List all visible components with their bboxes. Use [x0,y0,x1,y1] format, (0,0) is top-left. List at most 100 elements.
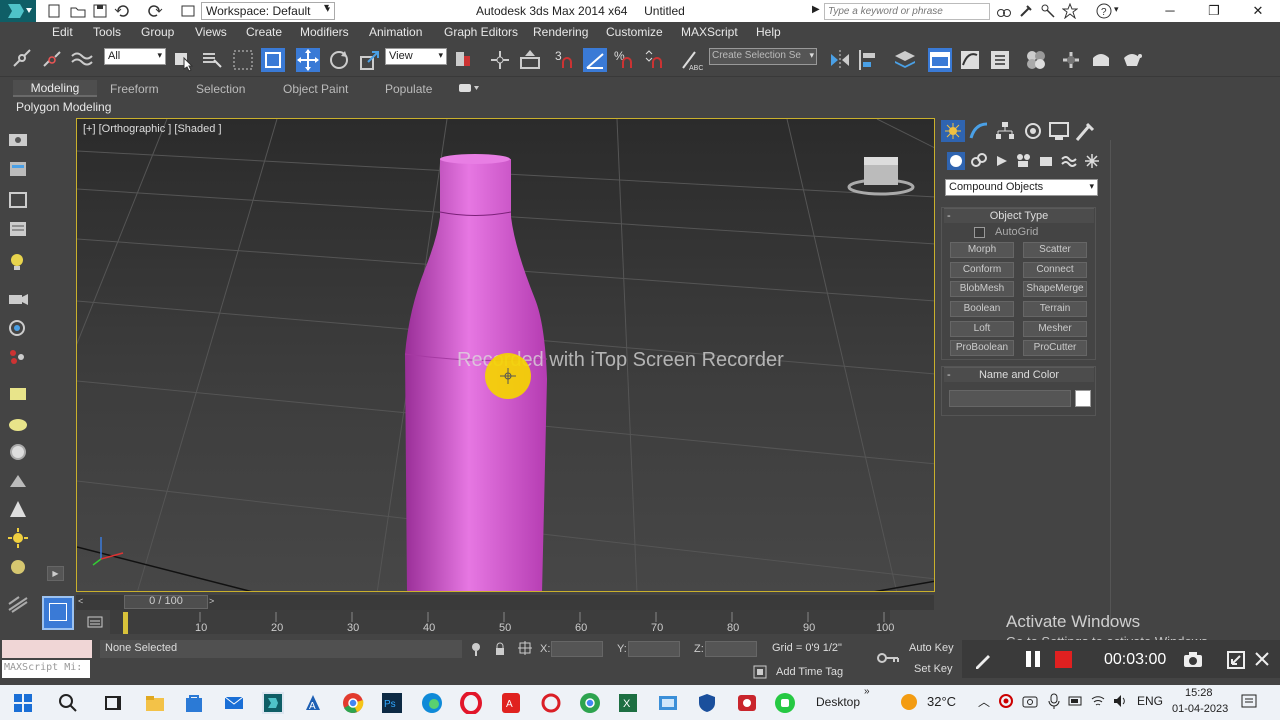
display-tab-icon[interactable] [1047,120,1071,142]
task-view-icon[interactable] [102,692,124,714]
connect-button[interactable]: Connect [1023,262,1087,278]
toggle-ribbon-icon[interactable] [928,48,952,72]
3ds-max-taskbar-icon[interactable] [262,692,284,714]
selection-filter-dropdown[interactable]: All ▾ [104,48,166,65]
acrobat-icon[interactable]: A [500,692,522,714]
autogrid-checkbox[interactable] [974,227,985,238]
expand-strip-button[interactable]: ▶ [47,566,64,581]
menu-customize[interactable]: Customize [606,25,663,39]
menu-animation[interactable]: Animation [369,25,422,39]
snaps-toggle-icon[interactable]: 3 [553,48,577,72]
z-coordinate-field[interactable] [705,641,757,657]
shapemerge-button[interactable]: ShapeMerge [1023,281,1087,297]
scene-explorer-icon[interactable] [7,130,29,150]
layer-explorer-icon[interactable] [7,159,29,179]
close-button[interactable]: ✕ [1238,0,1278,22]
open-mini-curve-editor-icon[interactable] [86,614,104,630]
isolate-selection-icon[interactable] [470,642,482,656]
app-logo-icon[interactable] [0,0,36,22]
menu-group[interactable]: Group [141,25,174,39]
name-and-color-rollout-header[interactable]: - Name and Color [944,367,1094,382]
mesher-button[interactable]: Mesher [1023,321,1087,337]
communication-center-icon[interactable] [1018,3,1034,19]
procutter-button[interactable]: ProCutter [1023,340,1087,356]
light-bulb-icon[interactable] [7,252,29,272]
object-color-swatch[interactable] [1075,390,1091,407]
camera-tray-icon[interactable] [1022,693,1038,709]
menu-graph-editors[interactable]: Graph Editors [444,25,518,39]
rendered-frame-window-icon[interactable] [1089,48,1113,72]
proboolean-button[interactable]: ProBoolean [950,340,1014,356]
sky-light-icon[interactable] [7,557,29,577]
tool-list-icon[interactable] [7,219,29,239]
lights-category-icon[interactable] [993,152,1011,170]
select-and-link-icon[interactable] [10,48,34,72]
object-name-field[interactable] [949,390,1071,407]
key-icon[interactable] [1040,3,1056,19]
render-production-icon[interactable] [1120,48,1144,72]
geometry-category-icon[interactable] [947,152,965,170]
windows-start-icon[interactable] [12,692,34,714]
control-panel-icon[interactable] [657,692,679,714]
cameras-category-icon[interactable] [1015,152,1033,170]
undo-icon[interactable] [114,3,130,19]
select-and-rotate-icon[interactable] [327,48,351,72]
named-selection-set-dropdown[interactable]: Create Selection Se ▾ [709,48,817,65]
helper-tape-icon[interactable] [7,318,29,338]
show-hidden-icons-icon[interactable]: ︿ [978,693,990,710]
particle-system-icon[interactable] [7,347,29,367]
clock-date[interactable]: 01-04-2023 [1172,703,1228,715]
recording-tray-icon[interactable] [998,693,1014,709]
loft-button[interactable]: Loft [950,321,1014,337]
notification-center-icon[interactable] [1240,693,1258,711]
opera-icon[interactable] [460,692,482,714]
helpers-category-icon[interactable] [1037,152,1055,170]
space-warps-category-icon[interactable] [1060,152,1078,170]
pause-recording-button[interactable] [1024,650,1042,668]
y-coordinate-field[interactable] [628,641,680,657]
add-time-tag-button[interactable]: Add Time Tag [776,666,843,678]
chrome-profile-icon[interactable] [579,692,601,714]
close-recorder-icon[interactable] [1253,650,1271,668]
annotation-pen-icon[interactable] [972,649,994,671]
select-and-scale-icon[interactable] [358,48,382,72]
save-icon[interactable] [92,3,108,19]
absolute-mode-transform-icon[interactable] [518,641,532,655]
volume-tray-icon[interactable] [1112,693,1128,709]
time-tag-icon[interactable] [752,664,768,680]
clock-time[interactable]: 15:28 [1185,687,1213,699]
file-explorer-icon[interactable] [144,692,166,714]
selection-lock-icon[interactable] [494,642,506,656]
desktop-toolbar-label[interactable]: Desktop [816,695,860,709]
itop-recorder-icon[interactable] [736,692,758,714]
creative-cloud-icon[interactable] [540,692,562,714]
menu-maxscript[interactable]: MAXScript [681,25,738,39]
object-category-dropdown[interactable]: Compound Objects ▾ [945,179,1098,196]
unlink-selection-icon[interactable] [40,48,64,72]
utilities-tab-icon[interactable] [1073,120,1097,142]
viewport-orthographic[interactable]: [+] [Orthographic ] [Shaded ] Recorded w… [76,118,935,592]
maximize-button[interactable]: ❐ [1194,0,1234,22]
set-key-icon[interactable] [876,650,900,666]
menu-tools[interactable]: Tools [93,25,121,39]
sun-light-icon[interactable] [7,528,29,548]
morph-button[interactable]: Morph [950,242,1014,258]
viewcube-icon[interactable] [847,151,919,199]
select-and-move-icon[interactable] [296,48,320,72]
workspace-dropdown[interactable]: Workspace: Default ▾ [201,2,335,20]
menu-create[interactable]: Create [246,25,282,39]
input-language-indicator[interactable]: ENG [1137,694,1163,708]
edit-named-selection-icon[interactable]: ABC [679,48,703,72]
ribbon-options-icon[interactable] [458,83,480,93]
current-frame-marker[interactable] [123,612,128,634]
weather-temperature[interactable]: 32°C [927,694,956,709]
motion-tab-icon[interactable] [1021,120,1045,142]
keyboard-shortcut-override-icon[interactable] [518,48,542,72]
object-type-rollout-header[interactable]: - Object Type [944,208,1094,223]
viewport-label-menu[interactable]: [+] [Orthographic ] [Shaded ] [83,123,222,135]
modify-tab-icon[interactable] [967,120,991,142]
shapes-category-icon[interactable] [970,152,988,170]
spinner-snap-toggle-icon[interactable] [643,48,667,72]
box-primitive-icon[interactable] [7,384,29,404]
rectangular-selection-region-icon[interactable] [231,48,255,72]
